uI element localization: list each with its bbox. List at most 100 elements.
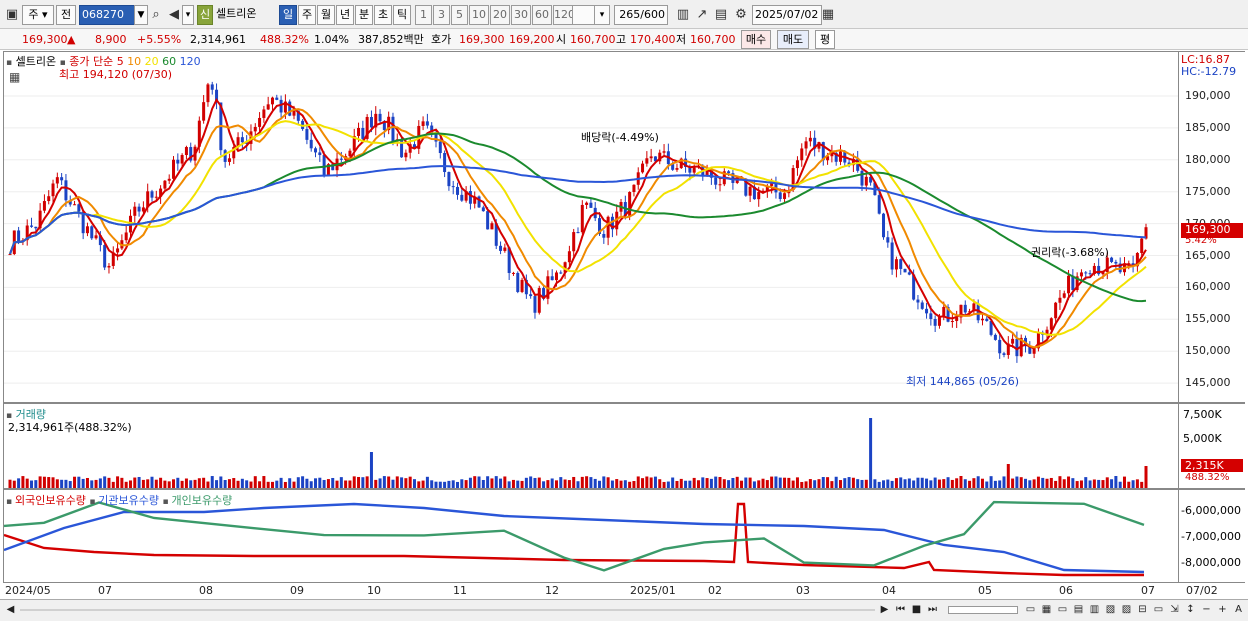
chart-icon[interactable]: ▭ bbox=[1024, 603, 1037, 617]
candle-body bbox=[1079, 272, 1083, 277]
interval-button[interactable]: 30 bbox=[511, 5, 531, 25]
buy-button[interactable]: 매수 bbox=[741, 30, 771, 49]
volume-bar bbox=[869, 418, 873, 488]
calendar-icon[interactable]: ▦ bbox=[820, 6, 836, 24]
prev-button[interactable]: 전 bbox=[56, 5, 76, 25]
font-icon[interactable]: A bbox=[1232, 603, 1245, 617]
last-icon[interactable]: ⏭ bbox=[926, 603, 939, 617]
search-icon[interactable]: ⌕ bbox=[148, 6, 164, 24]
type-select[interactable]: 주 ▾ bbox=[22, 5, 54, 25]
volume-bar bbox=[258, 481, 262, 488]
grid-menu-icon[interactable]: ▦ bbox=[9, 70, 20, 84]
x-axis-label: 11 bbox=[453, 584, 467, 597]
volume-bar bbox=[443, 481, 447, 488]
legend-bullet-icon: ▪ bbox=[6, 58, 13, 68]
volume-bar bbox=[473, 476, 477, 488]
scroll-right-icon[interactable]: ▶ bbox=[878, 603, 891, 617]
period-tab[interactable]: 년 bbox=[336, 5, 354, 25]
interval-button[interactable]: 120 bbox=[553, 5, 573, 25]
first-icon[interactable]: ⏮ bbox=[894, 603, 907, 617]
volume-bar bbox=[490, 478, 494, 488]
chart3-icon[interactable]: ▤ bbox=[1072, 603, 1085, 617]
candle-body bbox=[1067, 275, 1071, 294]
period-tab[interactable]: 월 bbox=[317, 5, 335, 25]
volume-bar bbox=[774, 476, 778, 488]
candle-body bbox=[378, 113, 382, 122]
interval-button[interactable]: 3 bbox=[433, 5, 450, 25]
code-dropdown-icon[interactable]: ▼ bbox=[134, 5, 148, 25]
candle-body bbox=[576, 232, 580, 234]
volume-bar bbox=[645, 476, 649, 488]
candle-body bbox=[511, 272, 515, 274]
scroll-left-icon[interactable]: ◀ bbox=[4, 603, 17, 617]
interval-button[interactable]: 60 bbox=[532, 5, 552, 25]
high-price: 170,400 bbox=[630, 33, 676, 46]
pan-icon[interactable]: ⇲ bbox=[1168, 603, 1181, 617]
save-icon[interactable]: ▤ bbox=[713, 6, 729, 24]
count-display[interactable]: 265/600 bbox=[614, 5, 668, 25]
eval-button[interactable]: 평 bbox=[815, 30, 835, 49]
candle-body bbox=[920, 302, 924, 309]
candle-body bbox=[937, 316, 941, 326]
volume-bar bbox=[494, 476, 498, 488]
grid-icon[interactable]: ▦ bbox=[1040, 603, 1053, 617]
period-tab[interactable]: 주 bbox=[298, 5, 316, 25]
volume-bar bbox=[993, 480, 997, 488]
volume-bar bbox=[576, 481, 580, 488]
volume-bar bbox=[154, 479, 158, 488]
candle-icon[interactable]: ▥ bbox=[675, 6, 691, 24]
interval-button[interactable]: 10 bbox=[469, 5, 489, 25]
volume-bar bbox=[808, 479, 812, 488]
volume-bar bbox=[430, 480, 434, 488]
candle-body bbox=[1054, 302, 1058, 319]
volume-bar bbox=[1011, 478, 1015, 488]
chart2-icon[interactable]: ▭ bbox=[1056, 603, 1069, 617]
scroll-track[interactable] bbox=[20, 609, 875, 611]
period-tab[interactable]: 초 bbox=[374, 5, 392, 25]
gear-icon[interactable]: ⚙ bbox=[733, 6, 749, 24]
chart7-icon[interactable]: ▭ bbox=[1152, 603, 1165, 617]
volume-bar bbox=[933, 477, 937, 488]
period-tab[interactable]: 일 bbox=[279, 5, 297, 25]
period-tab[interactable]: 분 bbox=[355, 5, 373, 25]
stock-code-input[interactable]: 068270 bbox=[79, 5, 135, 25]
candle-body bbox=[903, 268, 907, 273]
interval-dropdown-icon[interactable]: ▾ bbox=[594, 5, 610, 25]
price-pane[interactable]: ▪ 셀트리온 ▪ 종가 단순 5 10 20 60 120 ▦ 최고 194,1… bbox=[3, 51, 1179, 403]
interval-button[interactable]: 1 bbox=[415, 5, 432, 25]
volume-pane[interactable]: ▪ 거래량 2,314,961주(488.32%) bbox=[3, 403, 1179, 489]
stop-icon[interactable]: ■ bbox=[910, 603, 923, 617]
candle-body bbox=[529, 294, 533, 297]
zoom-out-icon[interactable]: − bbox=[1200, 603, 1213, 617]
volume-bar bbox=[696, 480, 700, 488]
price-tick: 160,000 bbox=[1185, 280, 1231, 294]
zoom-reset-icon[interactable]: ↕ bbox=[1184, 603, 1197, 617]
volume-bar bbox=[464, 480, 468, 488]
volume-bar bbox=[395, 476, 399, 488]
chart6-icon[interactable]: ▨ bbox=[1120, 603, 1133, 617]
volume-bar bbox=[959, 476, 963, 488]
tool-icon[interactable]: ↗ bbox=[694, 6, 710, 24]
period-tab[interactable]: 틱 bbox=[393, 5, 411, 25]
holdings-pane[interactable]: ▪ 외국인보유수량 ▪ 기관보유수량 ▪ 개인보유수량 bbox=[3, 489, 1179, 583]
volume-current-pct: 488.32% bbox=[1185, 472, 1230, 483]
window-icon[interactable]: ▣ bbox=[4, 6, 20, 24]
zoom-slider[interactable] bbox=[948, 606, 1018, 614]
chart5-icon[interactable]: ▧ bbox=[1104, 603, 1117, 617]
volume-bar bbox=[567, 480, 571, 488]
interval-button[interactable]: 5 bbox=[451, 5, 468, 25]
zoom-in-icon[interactable]: + bbox=[1216, 603, 1229, 617]
volume-bar bbox=[920, 477, 924, 488]
chart4-icon[interactable]: ▥ bbox=[1088, 603, 1101, 617]
x-axis-label: 2024/05 bbox=[5, 584, 51, 597]
interval-button[interactable]: 20 bbox=[490, 5, 510, 25]
volume-bar bbox=[864, 479, 868, 488]
date-input[interactable]: 2025/07/02 bbox=[752, 5, 822, 25]
volume-bar bbox=[946, 477, 950, 488]
sell-button[interactable]: 매도 bbox=[777, 30, 809, 49]
rights-annotation: 권리락(-3.68%) bbox=[1031, 246, 1109, 259]
sound-dropdown-icon[interactable]: ▾ bbox=[182, 5, 194, 25]
candle-body bbox=[1140, 238, 1144, 253]
split-icon[interactable]: ⊟ bbox=[1136, 603, 1149, 617]
speaker-icon[interactable]: ◀ bbox=[166, 6, 182, 24]
